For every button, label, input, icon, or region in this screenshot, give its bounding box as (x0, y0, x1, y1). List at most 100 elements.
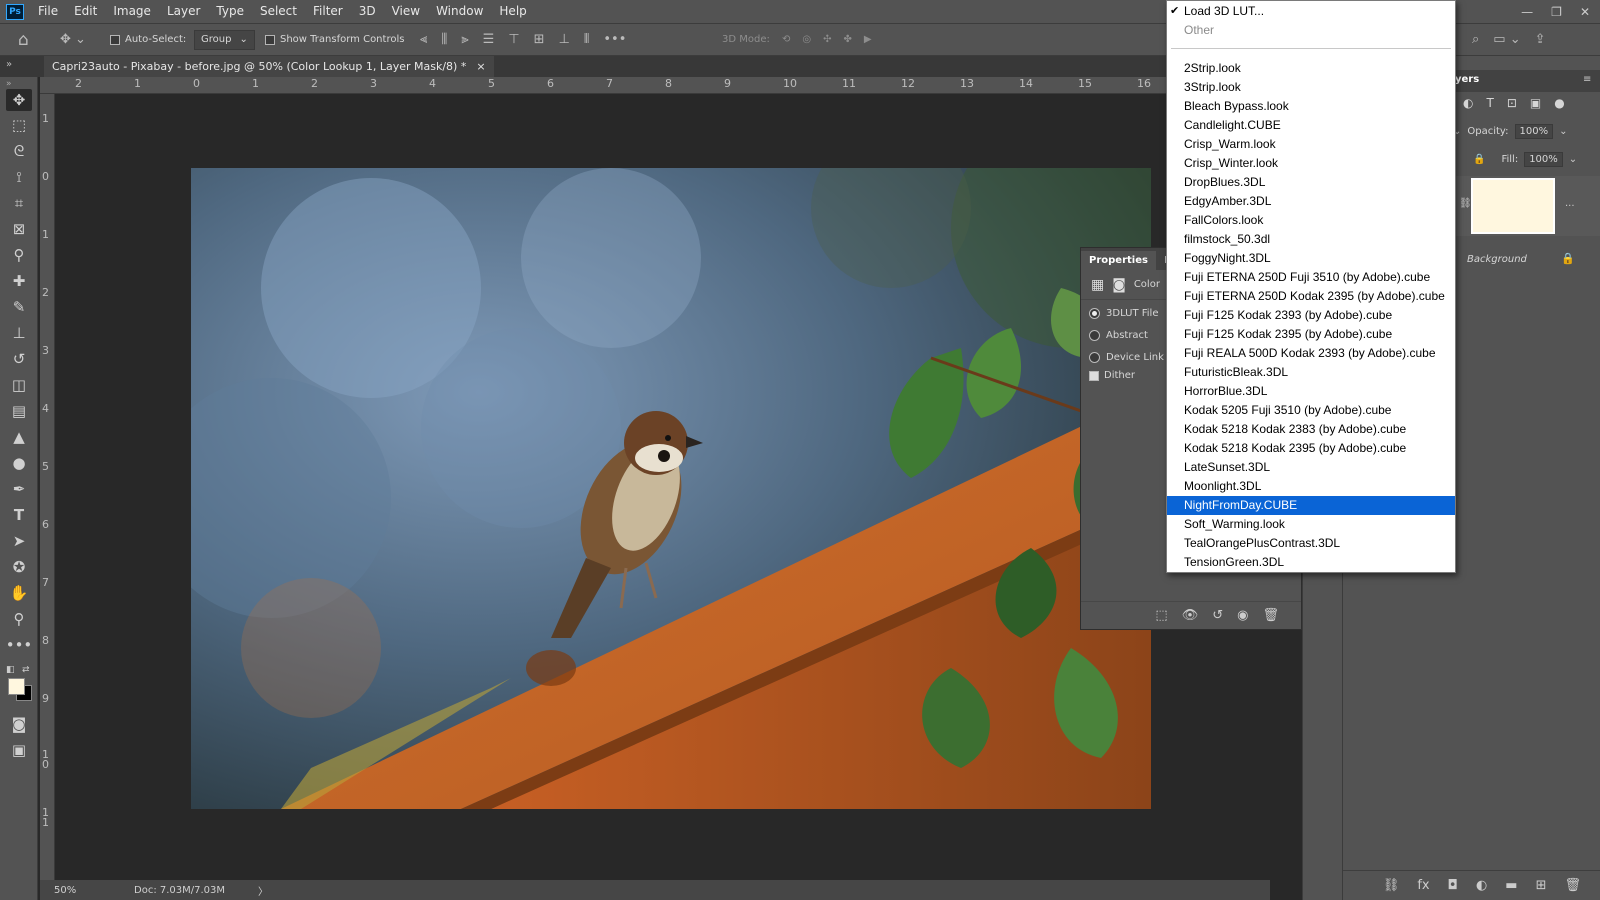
zoom-level[interactable]: 50% (54, 885, 76, 896)
menu-item-load-3d-lut[interactable]: ✔ Load 3D LUT... (1167, 2, 1455, 21)
menu-select[interactable]: Select (252, 0, 305, 23)
dodge-tool-icon[interactable]: ● (6, 452, 32, 474)
smart-object-filter-icon[interactable]: ▣ (1530, 96, 1541, 110)
auto-select-dropdown[interactable]: Group ⌄ (194, 24, 255, 55)
option-abstract[interactable]: Abstract (1089, 330, 1148, 341)
show-transform-checkbox[interactable]: Show Transform Controls (265, 24, 404, 55)
option-3dlut-file[interactable]: 3DLUT File (1089, 308, 1158, 319)
brush-tool-icon[interactable]: ✎ (6, 296, 32, 318)
pan-3d-icon[interactable]: ✣ (823, 34, 831, 45)
clone-stamp-tool-icon[interactable]: ⊥ (6, 322, 32, 344)
minimize-icon[interactable]: — (1521, 5, 1533, 19)
lut-item[interactable]: FallColors.look (1167, 211, 1455, 230)
align-left-icon[interactable]: ⫷ (420, 32, 427, 47)
shape-filter-icon[interactable]: ⊡ (1507, 96, 1517, 110)
auto-select-check-icon[interactable] (110, 34, 120, 45)
type-filter-icon[interactable]: T (1486, 96, 1493, 110)
eyedropper-tool-icon[interactable]: ⚲ (6, 244, 32, 266)
shape-tool-icon[interactable]: ✪ (6, 556, 32, 578)
fill-input[interactable]: 100% (1524, 152, 1563, 167)
close-tab-icon[interactable]: × (476, 60, 485, 73)
swap-colors-icon[interactable]: ⇄ (22, 665, 30, 675)
lut-item[interactable]: 2Strip.look (1167, 59, 1455, 78)
quick-mask-icon[interactable]: ◙ (6, 713, 32, 735)
close-window-icon[interactable]: ✕ (1580, 5, 1590, 19)
menu-edit[interactable]: Edit (66, 0, 105, 23)
toolbox-collapse-icon[interactable]: » (6, 79, 12, 89)
share-icon[interactable]: ⇪ (1535, 32, 1546, 47)
opacity-input[interactable]: 100% (1514, 124, 1554, 139)
add-mask-icon[interactable]: ◘ (1448, 878, 1458, 893)
lut-item[interactable]: HorrorBlue.3DL (1167, 382, 1455, 401)
roll-3d-icon[interactable]: ◎ (802, 34, 811, 45)
visibility-icon[interactable]: ◉ (1237, 608, 1248, 623)
lut-item[interactable]: Fuji REALA 500D Kodak 2393 (by Adobe).cu… (1167, 344, 1455, 363)
align-bottom-icon[interactable]: ⊥ (559, 32, 570, 47)
history-brush-tool-icon[interactable]: ↺ (6, 348, 32, 370)
type-tool-icon[interactable]: T (6, 504, 32, 526)
lut-item[interactable]: 3Strip.look (1167, 78, 1455, 97)
lut-item[interactable]: Bleach Bypass.look (1167, 97, 1455, 116)
lock-all-icon[interactable]: 🔒 (1473, 154, 1485, 165)
layer-mask-thumbnail[interactable] (1471, 178, 1555, 234)
lut-item[interactable]: LateSunset.3DL (1167, 458, 1455, 477)
menu-filter[interactable]: Filter (305, 0, 351, 23)
align-right-icon[interactable]: ⫸ (461, 32, 468, 47)
link-layers-icon[interactable]: ⛓ (1383, 878, 1400, 893)
delete-adjustment-icon[interactable]: 🗑 (1262, 608, 1279, 623)
lut-item[interactable]: Fuji F125 Kodak 2395 (by Adobe).cube (1167, 325, 1455, 344)
screen-mode-icon[interactable]: ▣ (6, 739, 32, 761)
lut-item[interactable]: Kodak 5218 Kodak 2395 (by Adobe).cube (1167, 439, 1455, 458)
menu-window[interactable]: Window (428, 0, 491, 23)
orbit-3d-icon[interactable]: ⟲ (782, 34, 790, 45)
lut-item[interactable]: Crisp_Warm.look (1167, 135, 1455, 154)
mask-icon[interactable]: ◙ (1112, 277, 1126, 293)
lasso-tool-icon[interactable]: ᘓ (6, 140, 32, 162)
adjustment-filter-icon[interactable]: ◐ (1463, 96, 1473, 110)
auto-select-checkbox[interactable]: Auto-Select: (110, 24, 186, 55)
radio-3dlut-icon[interactable] (1089, 308, 1100, 319)
lut-item[interactable]: DropBlues.3DL (1167, 173, 1455, 192)
foreground-color-swatch[interactable] (8, 678, 25, 695)
camera-3d-icon[interactable]: ▶ (864, 34, 872, 45)
lut-item[interactable]: Kodak 5218 Kodak 2383 (by Adobe).cube (1167, 420, 1455, 439)
lut-item[interactable]: FuturisticBleak.3DL (1167, 363, 1455, 382)
new-adjustment-icon[interactable]: ◐ (1476, 878, 1487, 893)
tab-properties[interactable]: Properties (1081, 251, 1156, 270)
filter-toggle-icon[interactable]: ● (1554, 96, 1564, 110)
search-icon[interactable]: ⌕ (1472, 32, 1479, 47)
lut-item[interactable]: FoggyNight.3DL (1167, 249, 1455, 268)
align-top-icon[interactable]: ⊤ (508, 32, 519, 47)
distribute-vertical-icon[interactable]: ⫴ (584, 32, 589, 47)
quick-select-tool-icon[interactable]: ⟟ (6, 166, 32, 188)
layers-tab[interactable]: yers (1455, 74, 1479, 85)
document-tab[interactable]: Capri23auto - Pixabay - before.jpg @ 50%… (44, 56, 494, 77)
move-tool-preset-icon[interactable]: ✥ ⌄ (60, 24, 86, 55)
lut-item[interactable]: TealOrangePlusContrast.3DL (1167, 534, 1455, 553)
fx-icon[interactable]: fx (1417, 878, 1429, 893)
edit-toolbar-icon[interactable]: ••• (6, 634, 33, 656)
align-center-icon[interactable]: ⫼ (441, 32, 447, 47)
workspace-icon[interactable]: ▭ ⌄ (1493, 32, 1520, 47)
new-group-icon[interactable]: ▬ (1505, 878, 1517, 893)
hand-tool-icon[interactable]: ✋ (6, 582, 32, 604)
adjustment-grid-icon[interactable]: ▦ (1091, 277, 1104, 293)
lut-item-selected[interactable]: NightFromDay.CUBE (1167, 496, 1455, 515)
lut-item[interactable]: Fuji ETERNA 250D Kodak 2395 (by Adobe).c… (1167, 287, 1455, 306)
menu-layer[interactable]: Layer (159, 0, 208, 23)
panel-menu-icon[interactable]: ≡ (1583, 74, 1591, 85)
distribute-icon[interactable]: ☰ (483, 32, 495, 47)
pen-tool-icon[interactable]: ✒ (6, 478, 32, 500)
healing-brush-tool-icon[interactable]: ✚ (6, 270, 32, 292)
frame-tool-icon[interactable]: ⊠ (6, 218, 32, 240)
path-select-tool-icon[interactable]: ➤ (6, 530, 32, 552)
crop-tool-icon[interactable]: ⌗ (6, 192, 32, 214)
lut-item[interactable]: filmstock_50.3dl (1167, 230, 1455, 249)
default-colors-icon[interactable]: ◧ (6, 665, 15, 675)
view-previous-icon[interactable]: 👁 (1182, 608, 1199, 623)
lut-item[interactable]: Candlelight.CUBE (1167, 116, 1455, 135)
lut-item[interactable]: Fuji ETERNA 250D Fuji 3510 (by Adobe).cu… (1167, 268, 1455, 287)
lut-item[interactable]: Fuji F125 Kodak 2393 (by Adobe).cube (1167, 306, 1455, 325)
delete-layer-icon[interactable]: 🗑 (1564, 878, 1581, 893)
color-swatches[interactable]: ◧ ⇄ (6, 665, 32, 705)
